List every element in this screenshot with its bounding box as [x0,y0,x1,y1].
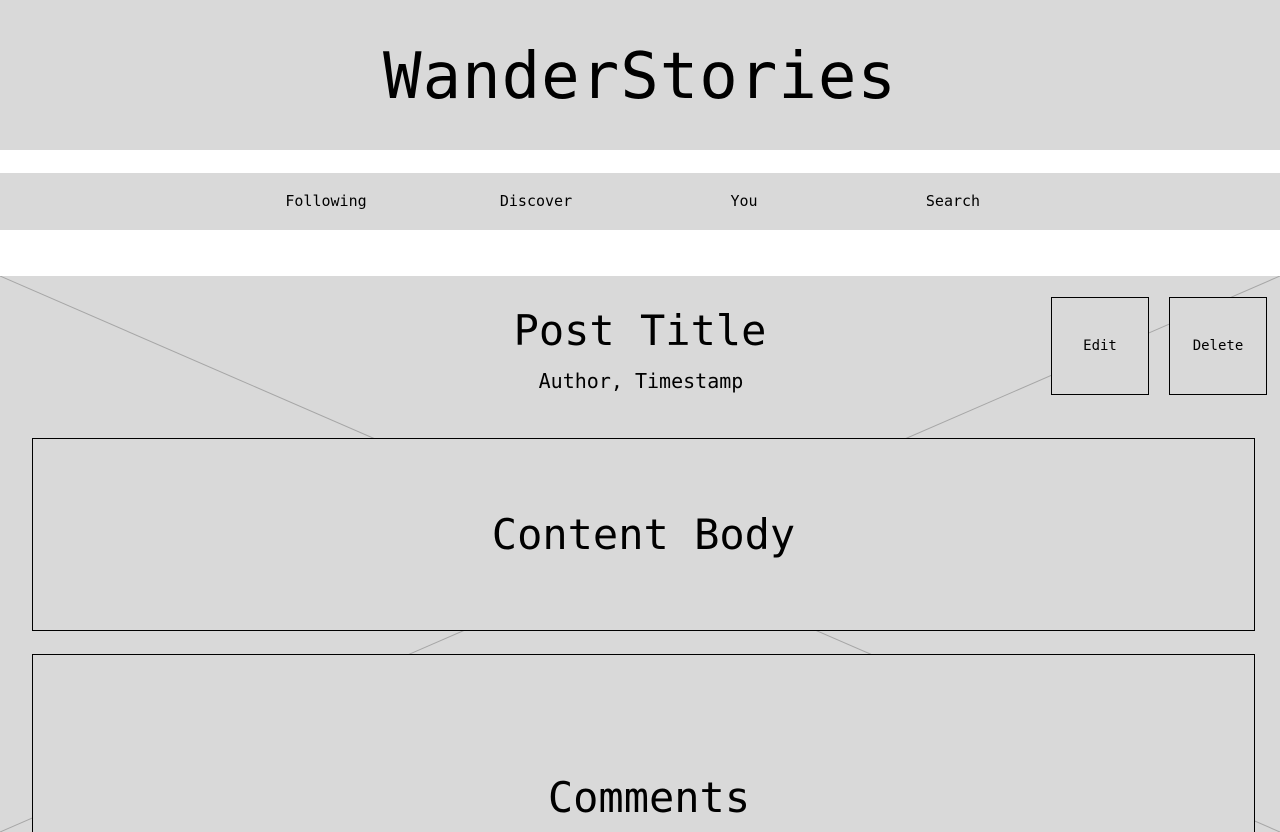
post-area: Post Title Author, Timestamp Edit Delete… [0,276,1280,832]
nav-item-you[interactable]: You [730,173,757,230]
edit-button[interactable]: Edit [1051,297,1149,395]
site-title: WanderStories [383,40,897,114]
nav-item-following[interactable]: Following [285,173,366,230]
nav-item-search[interactable]: Search [926,173,980,230]
content-body: Content Body [32,438,1255,631]
site-header: WanderStories [0,0,1280,150]
main-nav: Following Discover You Search [0,173,1280,230]
comments-section: Comments [32,654,1255,832]
comments-label: Comments [547,773,751,822]
nav-item-discover[interactable]: Discover [500,173,572,230]
page: WanderStories Following Discover You Sea… [0,0,1280,832]
delete-button[interactable]: Delete [1169,297,1267,395]
content-body-label: Content Body [491,509,796,559]
